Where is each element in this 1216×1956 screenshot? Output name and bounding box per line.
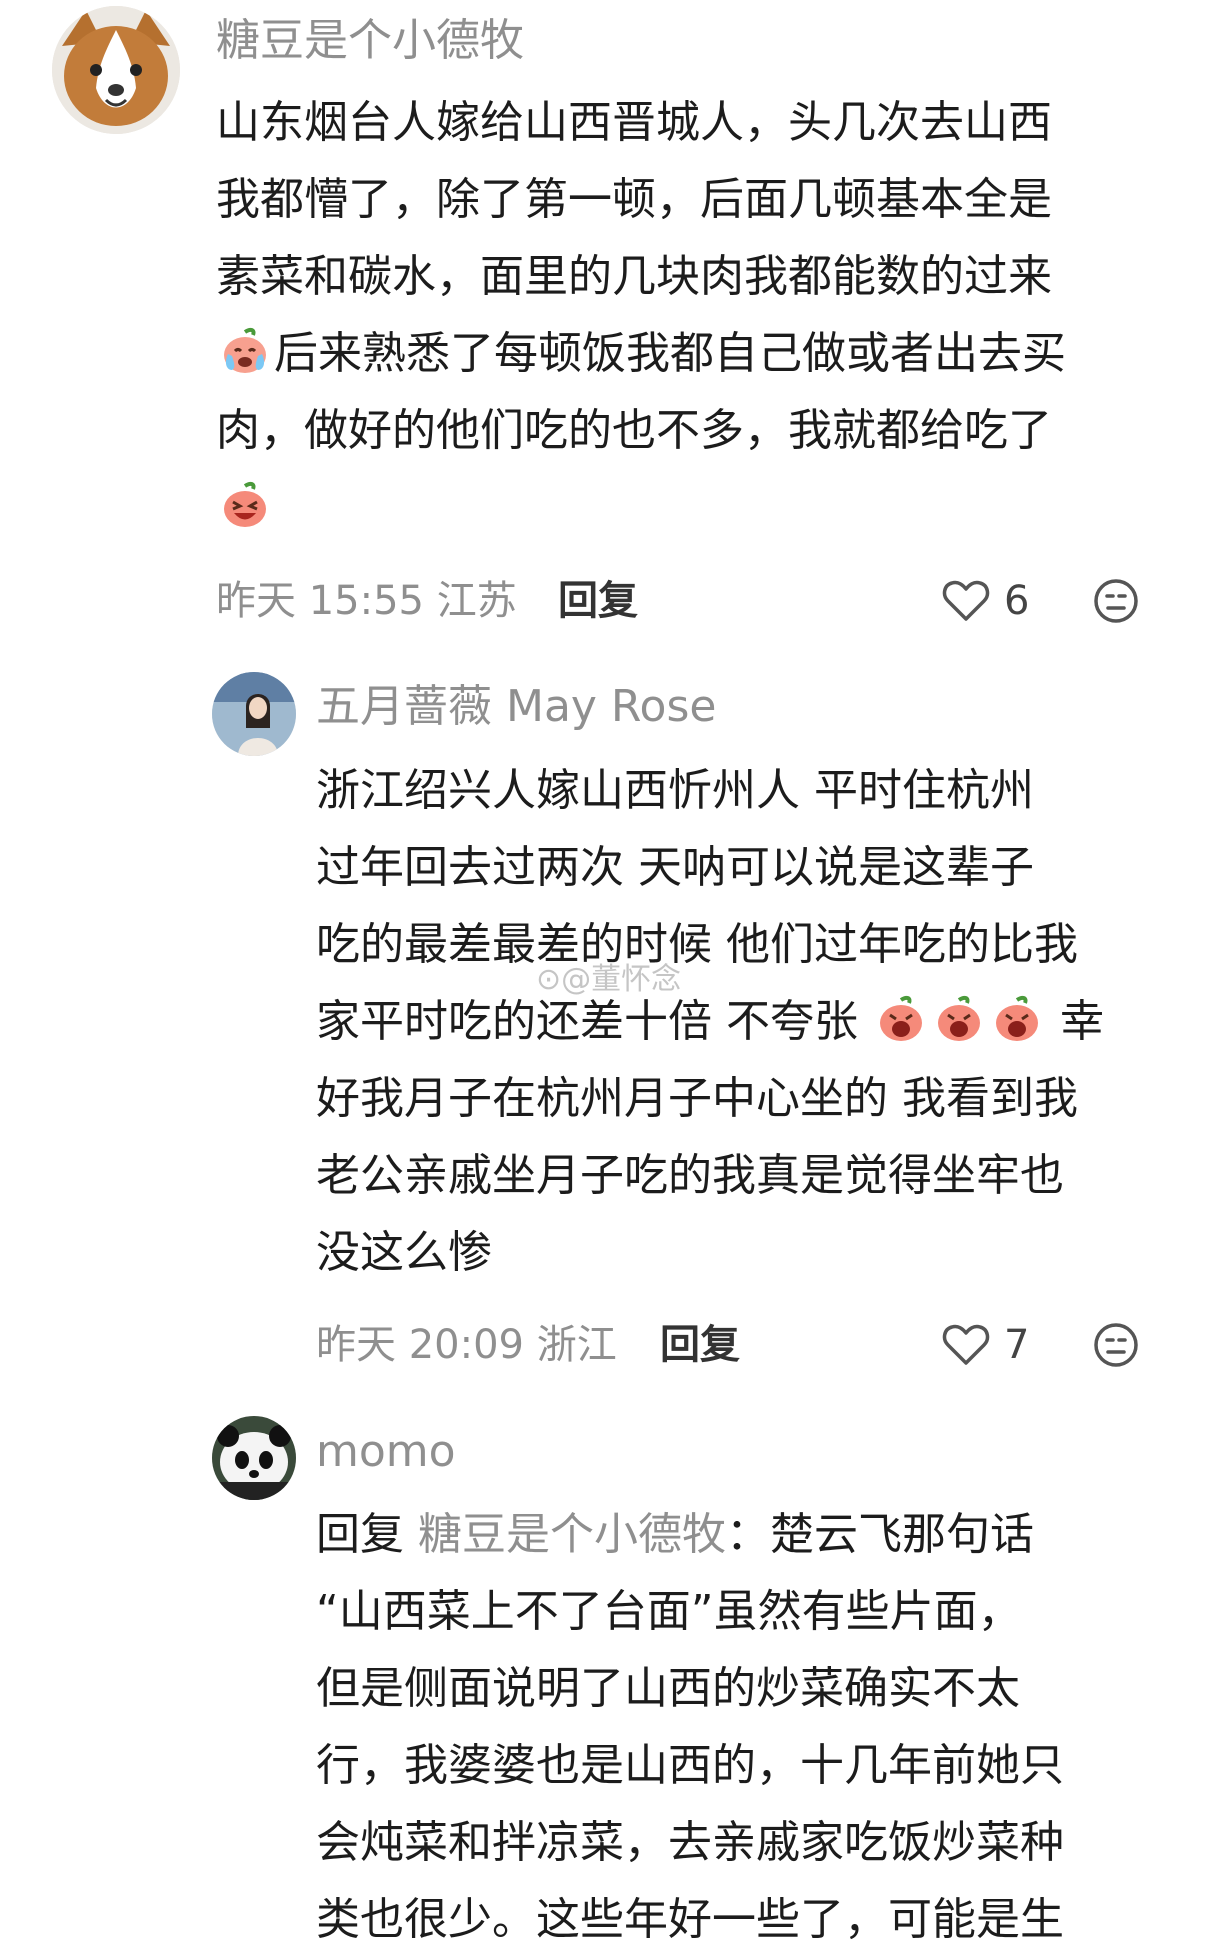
comment-line: 但是侧面说明了山西的炒菜确实不太 — [316, 1663, 1020, 1714]
comment-line: 会炖菜和拌凉菜，去亲戚家吃饭炒菜种 — [316, 1817, 1064, 1868]
crying-peach-emoji — [224, 327, 266, 373]
username[interactable]: 糖豆是个小德牧 — [216, 13, 524, 69]
heart-outline-icon — [942, 580, 990, 621]
comment-line-text: 幸 — [1060, 996, 1104, 1047]
panda-avatar-icon — [212, 1416, 296, 1500]
comment-line: 类也很少。这些年好一些了，可能是生 — [316, 1894, 1064, 1945]
heart-outline-icon — [942, 1324, 990, 1365]
reply-prefix: 回复 — [316, 1509, 404, 1560]
comment-line: 吃的最差最差的时候 他们过年吃的比我 — [316, 919, 1078, 970]
username[interactable]: 五月蔷薇 May Rose — [316, 679, 716, 735]
comment-line: 我都懵了，除了第一顿，后面几顿基本全是 — [216, 174, 1052, 225]
watermark: ⊙@董怀念 — [536, 962, 682, 997]
dog-avatar-icon — [52, 6, 180, 134]
comment-line: 浙江绍兴人嫁山西忻州人 平时住杭州 — [316, 765, 1034, 816]
comment-line-text: ：楚云飞那句话 — [726, 1509, 1034, 1560]
reply-button[interactable]: 回复 — [558, 571, 638, 631]
reply-button[interactable]: 回复 — [660, 1315, 740, 1375]
username[interactable]: momo — [316, 1424, 456, 1480]
comment-line: 后来熟悉了每顿饭我都自己做或者出去买 — [216, 315, 1066, 392]
wailing-peach-emoji — [880, 995, 922, 1041]
like-count: 7 — [1004, 1322, 1030, 1368]
like-button[interactable]: 7 — [942, 1315, 1029, 1375]
avatar[interactable] — [52, 6, 180, 134]
comment-line: 家平时吃的还差十倍 不夸张 幸 — [316, 983, 1104, 1060]
timestamp-location: 昨天 20:09 浙江 — [316, 1322, 617, 1368]
wailing-peach-emoji — [938, 995, 980, 1041]
like-button[interactable]: 6 — [942, 571, 1029, 631]
comment-line: “山西菜上不了台面”虽然有些片面， — [316, 1586, 1022, 1637]
comment-line-text: 后来熟悉了每顿饭我都自己做或者出去买 — [274, 328, 1066, 379]
comment-body: 浙江绍兴人嫁山西忻州人 平时住杭州 过年回去过两次 天呐可以说是这辈子 吃的最差… — [316, 752, 1104, 1291]
comment-line: 过年回去过两次 天呐可以说是这辈子 — [316, 842, 1034, 893]
comment-meta: 昨天 20:09 浙江 回复 7 — [0, 1315, 1216, 1375]
person-photo-avatar-icon — [212, 672, 296, 756]
comment-body: 回复 糖豆是个小德牧：楚云飞那句话 “山西菜上不了台面”虽然有些片面， 但是侧面… — [316, 1496, 1064, 1956]
weibo-icon: ⊙ — [536, 962, 562, 997]
comment-line: 老公亲戚坐月子吃的我真是觉得坐牢也 — [316, 1150, 1064, 1201]
comment-line-text: 家平时吃的还差十倍 不夸张 — [316, 996, 858, 1047]
comment-line: 没这么惨 — [316, 1227, 492, 1278]
comment-line: 好我月子在杭州月子中心坐的 我看到我 — [316, 1073, 1078, 1124]
comment-line: 回复 糖豆是个小德牧：楚云飞那句话 — [316, 1496, 1064, 1573]
unhappy-face-icon[interactable] — [1092, 577, 1140, 625]
laughing-peach-emoji — [224, 481, 266, 527]
reply-target-username[interactable]: 糖豆是个小德牧 — [418, 1509, 726, 1560]
comment-body: 山东烟台人嫁给山西晋城人，头几次去山西 我都懵了，除了第一顿，后面几顿基本全是 … — [216, 84, 1066, 546]
comment-thread: 糖豆是个小德牧 山东烟台人嫁给山西晋城人，头几次去山西 我都懵了，除了第一顿，后… — [0, 0, 1216, 1956]
comment-meta: 昨天 15:55 江苏 回复 6 — [0, 571, 1216, 631]
timestamp-location: 昨天 15:55 江苏 — [216, 578, 517, 624]
comment-line: 山东烟台人嫁给山西晋城人，头几次去山西 — [216, 97, 1052, 148]
comment-line: 行，我婆婆也是山西的，十几年前她只 — [316, 1740, 1064, 1791]
comment-line: 素菜和碳水，面里的几块肉我都能数的过来 — [216, 251, 1052, 302]
avatar[interactable] — [212, 1416, 296, 1500]
unhappy-face-icon[interactable] — [1092, 1321, 1140, 1369]
like-count: 6 — [1004, 578, 1030, 624]
avatar[interactable] — [212, 672, 296, 756]
comment-line: 肉，做好的他们吃的也不多，我就都给吃了 — [216, 405, 1052, 456]
wailing-peach-emoji — [996, 995, 1038, 1041]
comment-line — [216, 469, 1066, 546]
